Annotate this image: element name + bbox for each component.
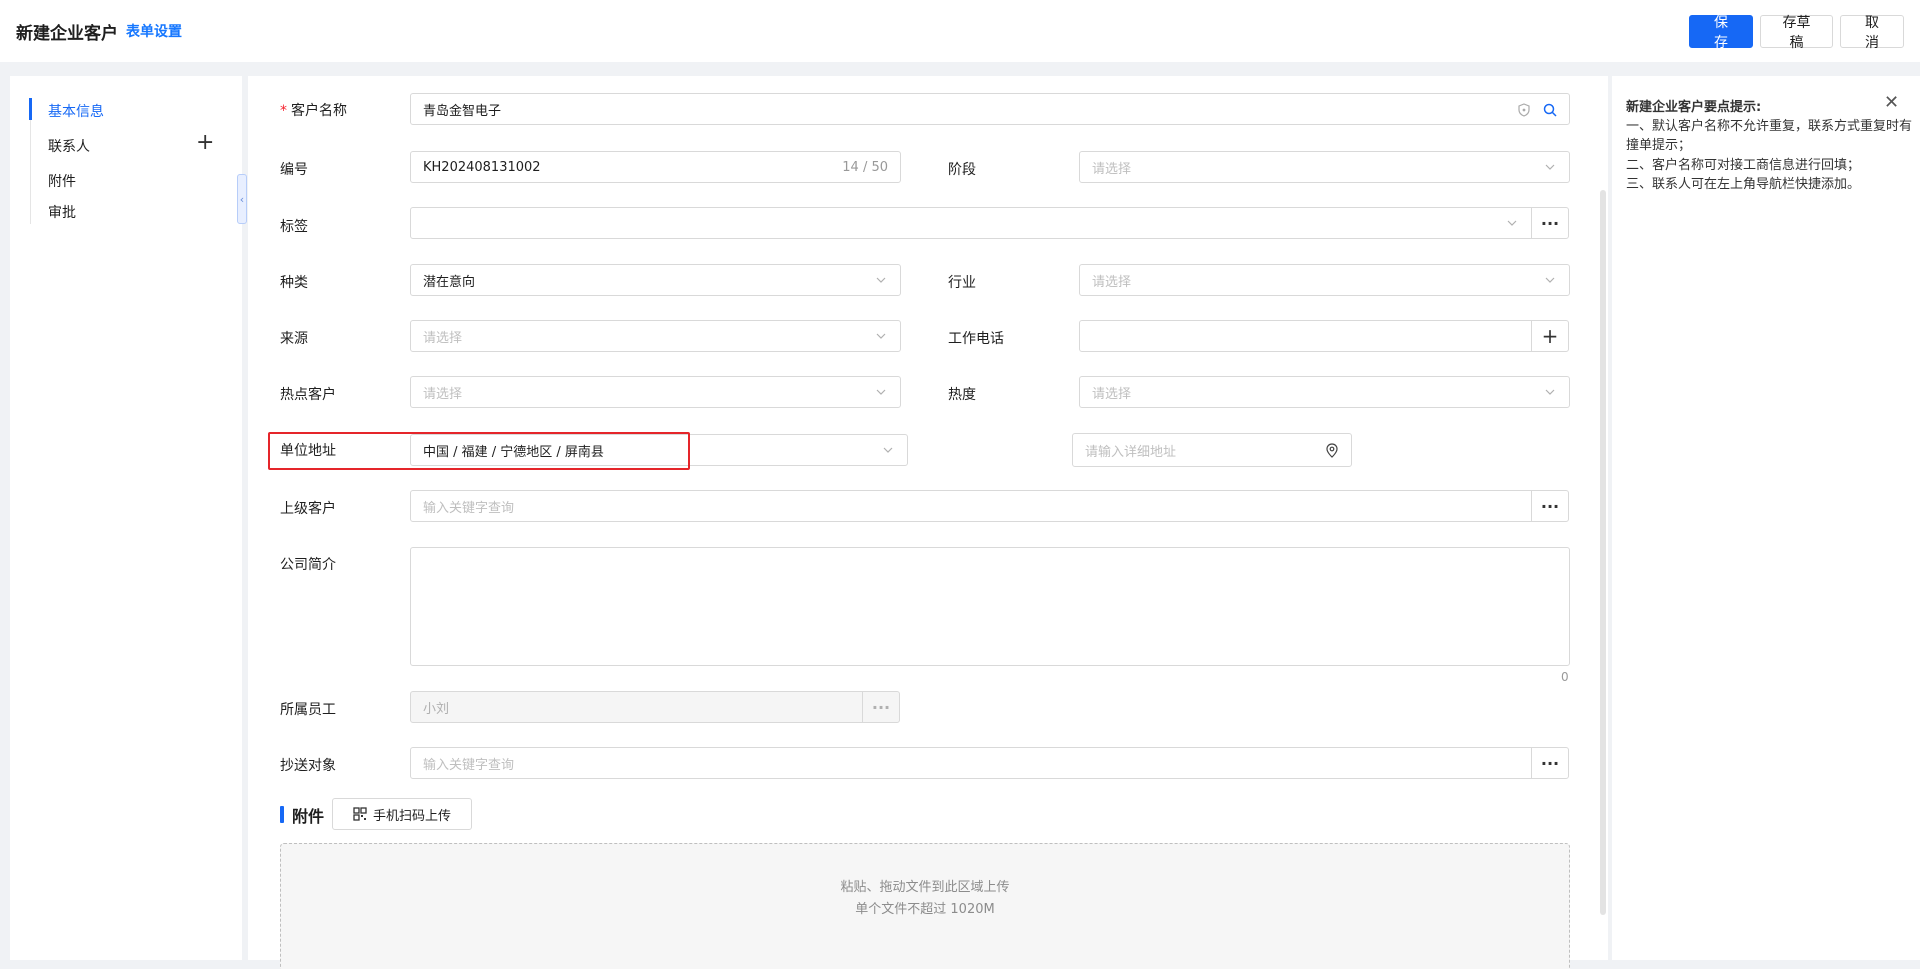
hot-customer-label: 热点客户 bbox=[280, 387, 336, 403]
customer-name-label: * 客户名称 bbox=[280, 103, 347, 119]
qr-code-icon bbox=[353, 807, 367, 821]
tip-line: 一、默认客户名称不允许重复，联系方式重复时有撞单提示； bbox=[1626, 119, 1913, 153]
employee-label: 所属员工 bbox=[280, 702, 336, 718]
industry-label: 行业 bbox=[948, 275, 976, 291]
cc-label: 抄送对象 bbox=[280, 758, 336, 774]
close-icon[interactable]: ✕ bbox=[1884, 94, 1899, 112]
page-title: 新建企业客户 bbox=[16, 23, 118, 44]
parent-customer-label: 上级客户 bbox=[280, 501, 336, 517]
shield-icon bbox=[1518, 103, 1530, 117]
location-pin-icon[interactable] bbox=[1325, 443, 1339, 458]
intro-label: 公司简介 bbox=[280, 557, 336, 573]
tip-line: 二、客户名称可对接工商信息进行回填； bbox=[1626, 158, 1861, 173]
cancel-button[interactable]: 取 消 bbox=[1840, 15, 1904, 51]
parent-customer-more-button[interactable]: ··· bbox=[1531, 490, 1569, 522]
chevron-down-icon bbox=[1545, 277, 1555, 283]
scrollbar[interactable] bbox=[1600, 190, 1606, 915]
parent-customer-input[interactable]: 输入关键字查询 bbox=[410, 490, 1532, 522]
tips-title: 新建企业客户要点提示: bbox=[1626, 100, 1762, 115]
address-label: 单位地址 bbox=[280, 443, 336, 459]
add-contact-icon[interactable]: + bbox=[196, 132, 214, 154]
industry-select[interactable]: 请选择 bbox=[1079, 264, 1570, 296]
cc-more-button[interactable]: ··· bbox=[1531, 747, 1569, 779]
scan-upload-label: 手机扫码上传 bbox=[372, 808, 451, 824]
code-label: 编号 bbox=[280, 162, 308, 178]
dropzone-hint: 粘贴、拖动文件到此区域上传 bbox=[840, 880, 1010, 895]
tags-more-button[interactable]: ··· bbox=[1531, 207, 1569, 239]
add-phone-button[interactable]: + bbox=[1531, 320, 1569, 352]
category-select[interactable]: 潜在意向 bbox=[410, 264, 901, 296]
tags-select[interactable] bbox=[410, 207, 1532, 239]
save-button[interactable]: 保 存 bbox=[1689, 15, 1753, 51]
nav-item-approval[interactable]: 审批 bbox=[48, 202, 76, 222]
page-header: 新建企业客户 表单设置 保 存 存草稿 取 消 bbox=[0, 0, 1920, 62]
intro-textarea[interactable] bbox=[410, 547, 1570, 666]
dropzone-size-limit: 单个文件不超过 1020M bbox=[855, 902, 995, 917]
intro-char-count: 0 bbox=[1561, 670, 1569, 684]
nav-item-attachments[interactable]: 附件 bbox=[48, 171, 76, 191]
search-icon[interactable] bbox=[1543, 103, 1557, 117]
section-accent-bar bbox=[280, 806, 284, 823]
chevron-down-icon bbox=[1545, 164, 1555, 170]
scan-upload-button[interactable]: 手机扫码上传 bbox=[332, 798, 472, 830]
work-phone-label: 工作电话 bbox=[948, 331, 1004, 347]
nav-item-contacts[interactable]: 联系人 bbox=[48, 136, 90, 156]
attachments-section-title: 附件 bbox=[292, 807, 325, 826]
tags-label: 标签 bbox=[280, 219, 308, 235]
chevron-down-icon bbox=[876, 389, 886, 395]
chevron-down-icon bbox=[876, 277, 886, 283]
collapse-sidebar-button[interactable]: ‹ bbox=[237, 174, 247, 224]
code-char-counter: 14 / 50 bbox=[842, 159, 888, 175]
chevron-down-icon bbox=[876, 333, 886, 339]
employee-more-button: ··· bbox=[862, 691, 900, 723]
tips-panel: 新建企业客户要点提示: ✕ 一、默认客户名称不允许重复，联系方式重复时有撞单提示… bbox=[1612, 76, 1920, 960]
customer-name-input[interactable]: 青岛金智电子 bbox=[410, 93, 1570, 125]
chevron-down-icon bbox=[1545, 389, 1555, 395]
nav-item-basic-info[interactable]: 基本信息 bbox=[48, 101, 104, 121]
address-cascader[interactable]: 中国 / 福建 / 宁德地区 / 屏南县 bbox=[410, 434, 908, 466]
chevron-down-icon bbox=[883, 447, 893, 453]
chevron-down-icon bbox=[1507, 220, 1517, 226]
work-phone-input[interactable] bbox=[1079, 320, 1532, 352]
form-settings-link[interactable]: 表单设置 bbox=[126, 21, 182, 41]
tip-line: 三、联系人可在左上角导航栏快捷添加。 bbox=[1626, 177, 1861, 192]
hot-customer-select[interactable]: 请选择 bbox=[410, 376, 901, 408]
category-label: 种类 bbox=[280, 275, 308, 291]
section-nav: 基本信息 联系人 + 附件 审批 bbox=[10, 76, 242, 960]
heat-select[interactable]: 请选择 bbox=[1079, 376, 1570, 408]
stage-select[interactable]: 请选择 bbox=[1079, 151, 1570, 183]
code-input[interactable]: KH202408131002 14 / 50 bbox=[410, 151, 901, 183]
file-dropzone[interactable]: 粘贴、拖动文件到此区域上传 单个文件不超过 1020M bbox=[280, 843, 1570, 969]
header-actions: 保 存 存草稿 取 消 bbox=[1689, 15, 1904, 51]
heat-label: 热度 bbox=[948, 387, 976, 403]
nav-active-indicator bbox=[29, 98, 32, 120]
detail-address-input[interactable]: 请输入详细地址 bbox=[1072, 433, 1352, 467]
source-select[interactable]: 请选择 bbox=[410, 320, 901, 352]
source-label: 来源 bbox=[280, 331, 308, 347]
save-draft-button[interactable]: 存草稿 bbox=[1760, 15, 1833, 51]
stage-label: 阶段 bbox=[948, 162, 976, 178]
employee-input: 小刘 bbox=[410, 691, 863, 723]
cc-input[interactable]: 输入关键字查询 bbox=[410, 747, 1532, 779]
